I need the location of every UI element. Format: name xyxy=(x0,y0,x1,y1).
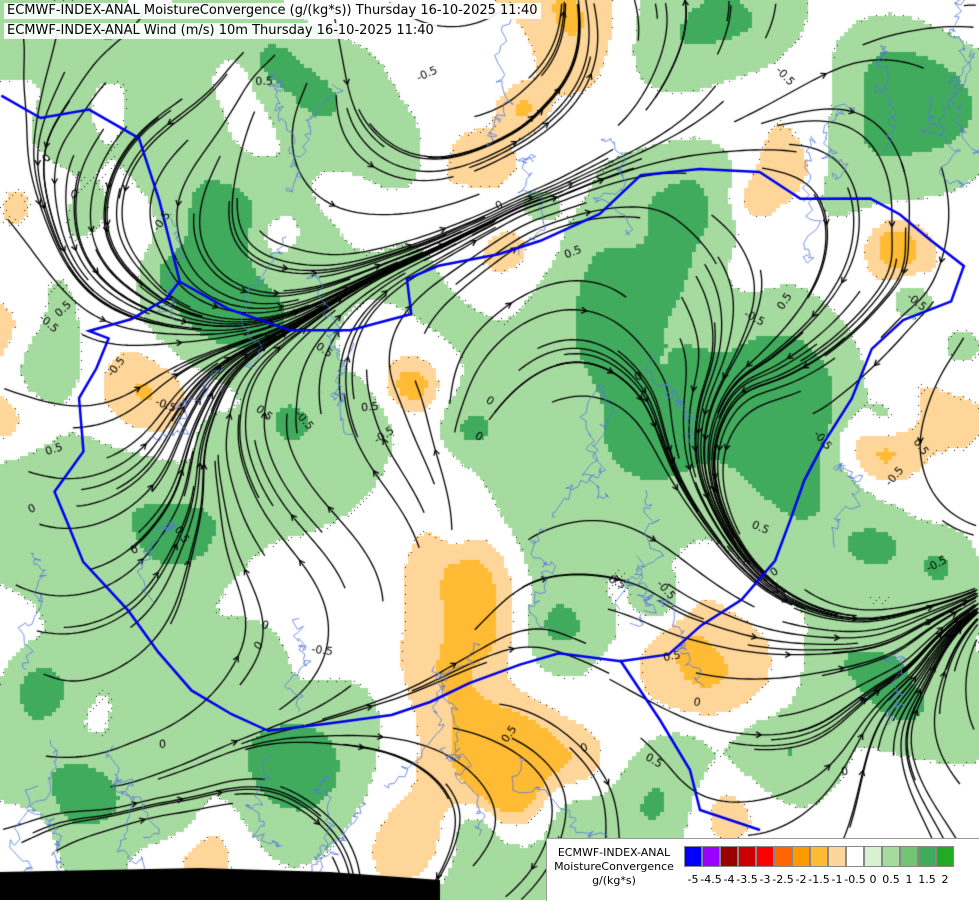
map-title-wind: ECMWF-INDEX-ANAL Wind (m/s) 10m Thursday… xyxy=(4,23,437,39)
legend-tick-label: 0.5 xyxy=(882,873,900,886)
legend-swatches xyxy=(684,846,954,867)
legend-tick-label: 1 xyxy=(905,873,913,886)
map-title-moisture: ECMWF-INDEX-ANAL MoistureConvergence (g/… xyxy=(4,3,541,19)
legend-tick-label: -2.5 xyxy=(772,873,794,886)
legend-tick-label: -2 xyxy=(795,873,807,886)
legend-swatch xyxy=(936,846,954,867)
legend-tick-label: -4 xyxy=(723,873,735,886)
map-canvas[interactable] xyxy=(0,0,979,900)
legend-swatch xyxy=(810,846,828,867)
legend-tick-label: 0 xyxy=(869,873,877,886)
legend-swatch xyxy=(864,846,882,867)
legend-parameter: MoistureConvergence xyxy=(554,860,674,873)
legend-tick-label: 2 xyxy=(941,873,949,886)
legend-swatch xyxy=(684,846,702,867)
legend-tick-label: -3 xyxy=(759,873,771,886)
legend-swatch xyxy=(756,846,774,867)
legend-tick-label: -1 xyxy=(831,873,843,886)
legend-swatch xyxy=(828,846,846,867)
legend-swatch xyxy=(720,846,738,867)
legend-tick-label: -4.5 xyxy=(700,873,722,886)
legend-tick-label: 1.5 xyxy=(918,873,936,886)
legend-tick-label: -1.5 xyxy=(808,873,830,886)
legend-tick-label: -3.5 xyxy=(736,873,758,886)
color-legend: ECMWF-INDEX-ANAL MoistureConvergence g/(… xyxy=(546,838,979,901)
legend-swatch xyxy=(738,846,756,867)
legend-swatch xyxy=(918,846,936,867)
legend-swatch xyxy=(900,846,918,867)
legend-swatch xyxy=(774,846,792,867)
legend-swatch xyxy=(846,846,864,867)
legend-tick-label: -0.5 xyxy=(844,873,866,886)
legend-unit: g/(kg*s) xyxy=(592,874,636,887)
legend-swatch xyxy=(882,846,900,867)
legend-text: ECMWF-INDEX-ANAL MoistureConvergence g/(… xyxy=(547,839,681,901)
legend-swatch xyxy=(702,846,720,867)
legend-swatch xyxy=(792,846,810,867)
legend-tick-label: -5 xyxy=(687,873,699,886)
legend-model: ECMWF-INDEX-ANAL xyxy=(557,846,671,859)
